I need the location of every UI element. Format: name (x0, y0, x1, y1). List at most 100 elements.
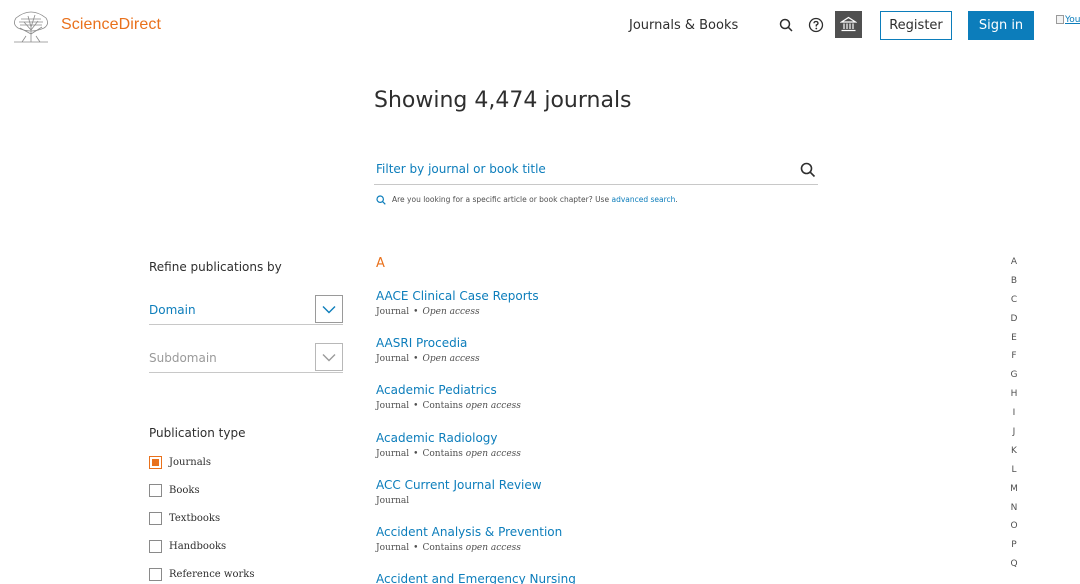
list-item: AACE Clinical Case Reports Journal • Open … (376, 289, 539, 317)
access-prefix: Contains (422, 543, 466, 553)
filter-input[interactable] (376, 159, 776, 179)
sign-in-button[interactable]: Sign in (968, 11, 1034, 40)
alphabet-letter-j[interactable]: J (1006, 426, 1022, 445)
journal-title-link[interactable]: Academic Pediatrics (376, 383, 521, 397)
journal-title-link[interactable]: AACE Clinical Case Reports (376, 289, 539, 303)
domain-dropdown-button[interactable] (315, 295, 343, 323)
access-label: Open access (422, 307, 480, 317)
journal-type: Journal (376, 496, 410, 506)
checkbox[interactable] (149, 455, 162, 469)
pub-type-label: Handbooks (169, 540, 227, 552)
hint-end: . (675, 195, 678, 204)
alphabet-letter-a[interactable]: A (1006, 256, 1022, 275)
separator-dot: • (413, 354, 419, 364)
journal-title-link[interactable]: Academic Radiology (376, 431, 521, 445)
pub-type-label: Textbooks (169, 512, 221, 524)
pub-type-books[interactable]: Books (149, 483, 200, 497)
journals-books-link[interactable]: Journals & Books (629, 18, 738, 33)
journal-meta: Journal • Contains open access (376, 401, 521, 411)
access-label: open access (465, 401, 521, 411)
alphabet-letter-p[interactable]: P (1006, 539, 1022, 558)
alphabet-letter-e[interactable]: E (1006, 332, 1022, 351)
search-icon (376, 195, 386, 205)
alphabet-letter-q[interactable]: Q (1006, 558, 1022, 577)
publication-type-heading: Publication type (149, 426, 246, 440)
brand-name[interactable]: ScienceDirect (61, 16, 161, 34)
alphabet-letter-d[interactable]: D (1006, 313, 1022, 332)
alphabet-letter-m[interactable]: M (1006, 483, 1022, 502)
elsevier-logo-icon[interactable] (10, 8, 52, 44)
access-prefix: Contains (422, 401, 466, 411)
list-item: Academic Radiology Journal • Contains open… (376, 431, 521, 459)
domain-select[interactable]: Domain (149, 295, 343, 325)
filter-field (374, 157, 818, 185)
checkbox[interactable] (149, 511, 162, 525)
pub-type-journals[interactable]: Journals (149, 455, 211, 469)
broken-image-icon (1056, 15, 1064, 24)
pub-type-handbooks[interactable]: Handbooks (149, 539, 226, 553)
separator-dot: • (413, 307, 419, 317)
help-icon[interactable] (806, 15, 826, 35)
pub-type-label: Books (169, 484, 200, 496)
user-avatar[interactable]: Your (1056, 15, 1080, 33)
journal-meta: Journal (376, 496, 542, 506)
subdomain-dropdown-button[interactable] (315, 343, 343, 371)
advanced-search-link[interactable]: advanced search (611, 195, 675, 204)
subdomain-select[interactable]: Subdomain (149, 343, 343, 373)
access-label: Open access (422, 354, 480, 364)
list-item: ACC Current Journal Review Journal (376, 478, 542, 506)
refine-heading: Refine publications by (149, 260, 282, 274)
list-item: AASRI Procedia Journal • Open access (376, 336, 480, 364)
list-item: Accident and Emergency Nursing (376, 572, 576, 584)
pub-type-label: Journals (169, 456, 211, 468)
journal-meta: Journal • Contains open access (376, 543, 562, 553)
list-item: Academic Pediatrics Journal • Contains ope… (376, 383, 521, 411)
alphabet-letter-c[interactable]: C (1006, 294, 1022, 313)
journal-title-link[interactable]: Accident Analysis & Prevention (376, 525, 562, 539)
chevron-down-icon (322, 353, 336, 361)
pub-type-reference-works[interactable]: Reference works (149, 567, 254, 581)
access-prefix: Contains (422, 449, 466, 459)
hint-text: Are you looking for a specific article o… (392, 195, 612, 204)
alphabet-letter-b[interactable]: B (1006, 275, 1022, 294)
alphabet-letter-l[interactable]: L (1006, 464, 1022, 483)
separator-dot: • (413, 543, 419, 553)
institution-icon[interactable] (835, 11, 862, 38)
chevron-down-icon (322, 305, 336, 313)
alphabet-letter-i[interactable]: I (1006, 407, 1022, 426)
journal-meta: Journal • Open access (376, 354, 480, 364)
alphabet-letter-g[interactable]: G (1006, 369, 1022, 388)
checkbox[interactable] (149, 567, 162, 581)
search-icon[interactable] (800, 162, 818, 180)
page-title: Showing 4,474 journals (374, 88, 632, 113)
pub-type-label: Reference works (169, 568, 255, 580)
subdomain-label: Subdomain (149, 351, 217, 365)
alphabet-letter-n[interactable]: N (1006, 502, 1022, 521)
checkbox[interactable] (149, 539, 162, 553)
separator-dot: • (413, 449, 419, 459)
journal-type: Journal (376, 354, 410, 364)
journal-title-link[interactable]: ACC Current Journal Review (376, 478, 542, 492)
alphabet-letter-k[interactable]: K (1006, 445, 1022, 464)
letter-heading: A (376, 256, 385, 271)
journal-meta: Journal • Contains open access (376, 449, 521, 459)
alphabet-letter-o[interactable]: O (1006, 520, 1022, 539)
alphabet-letter-f[interactable]: F (1006, 350, 1022, 369)
alphabet-index: ABCDEFGHIJKLMNOPQ (1006, 256, 1022, 577)
search-hint: Are you looking for a specific article o… (376, 195, 678, 205)
journal-type: Journal (376, 401, 410, 411)
checkbox[interactable] (149, 483, 162, 497)
search-icon[interactable] (776, 15, 796, 35)
journal-title-link[interactable]: AASRI Procedia (376, 336, 480, 350)
journal-title-link[interactable]: Accident and Emergency Nursing (376, 572, 576, 584)
alphabet-letter-h[interactable]: H (1006, 388, 1022, 407)
journal-meta: Journal • Open access (376, 307, 539, 317)
separator-dot: • (413, 401, 419, 411)
journal-type: Journal (376, 543, 410, 553)
access-label: open access (465, 543, 521, 553)
domain-label: Domain (149, 303, 196, 317)
list-item: Accident Analysis & Prevention Journal • C… (376, 525, 562, 553)
journal-type: Journal (376, 449, 410, 459)
register-button[interactable]: Register (880, 11, 952, 40)
pub-type-textbooks[interactable]: Textbooks (149, 511, 220, 525)
